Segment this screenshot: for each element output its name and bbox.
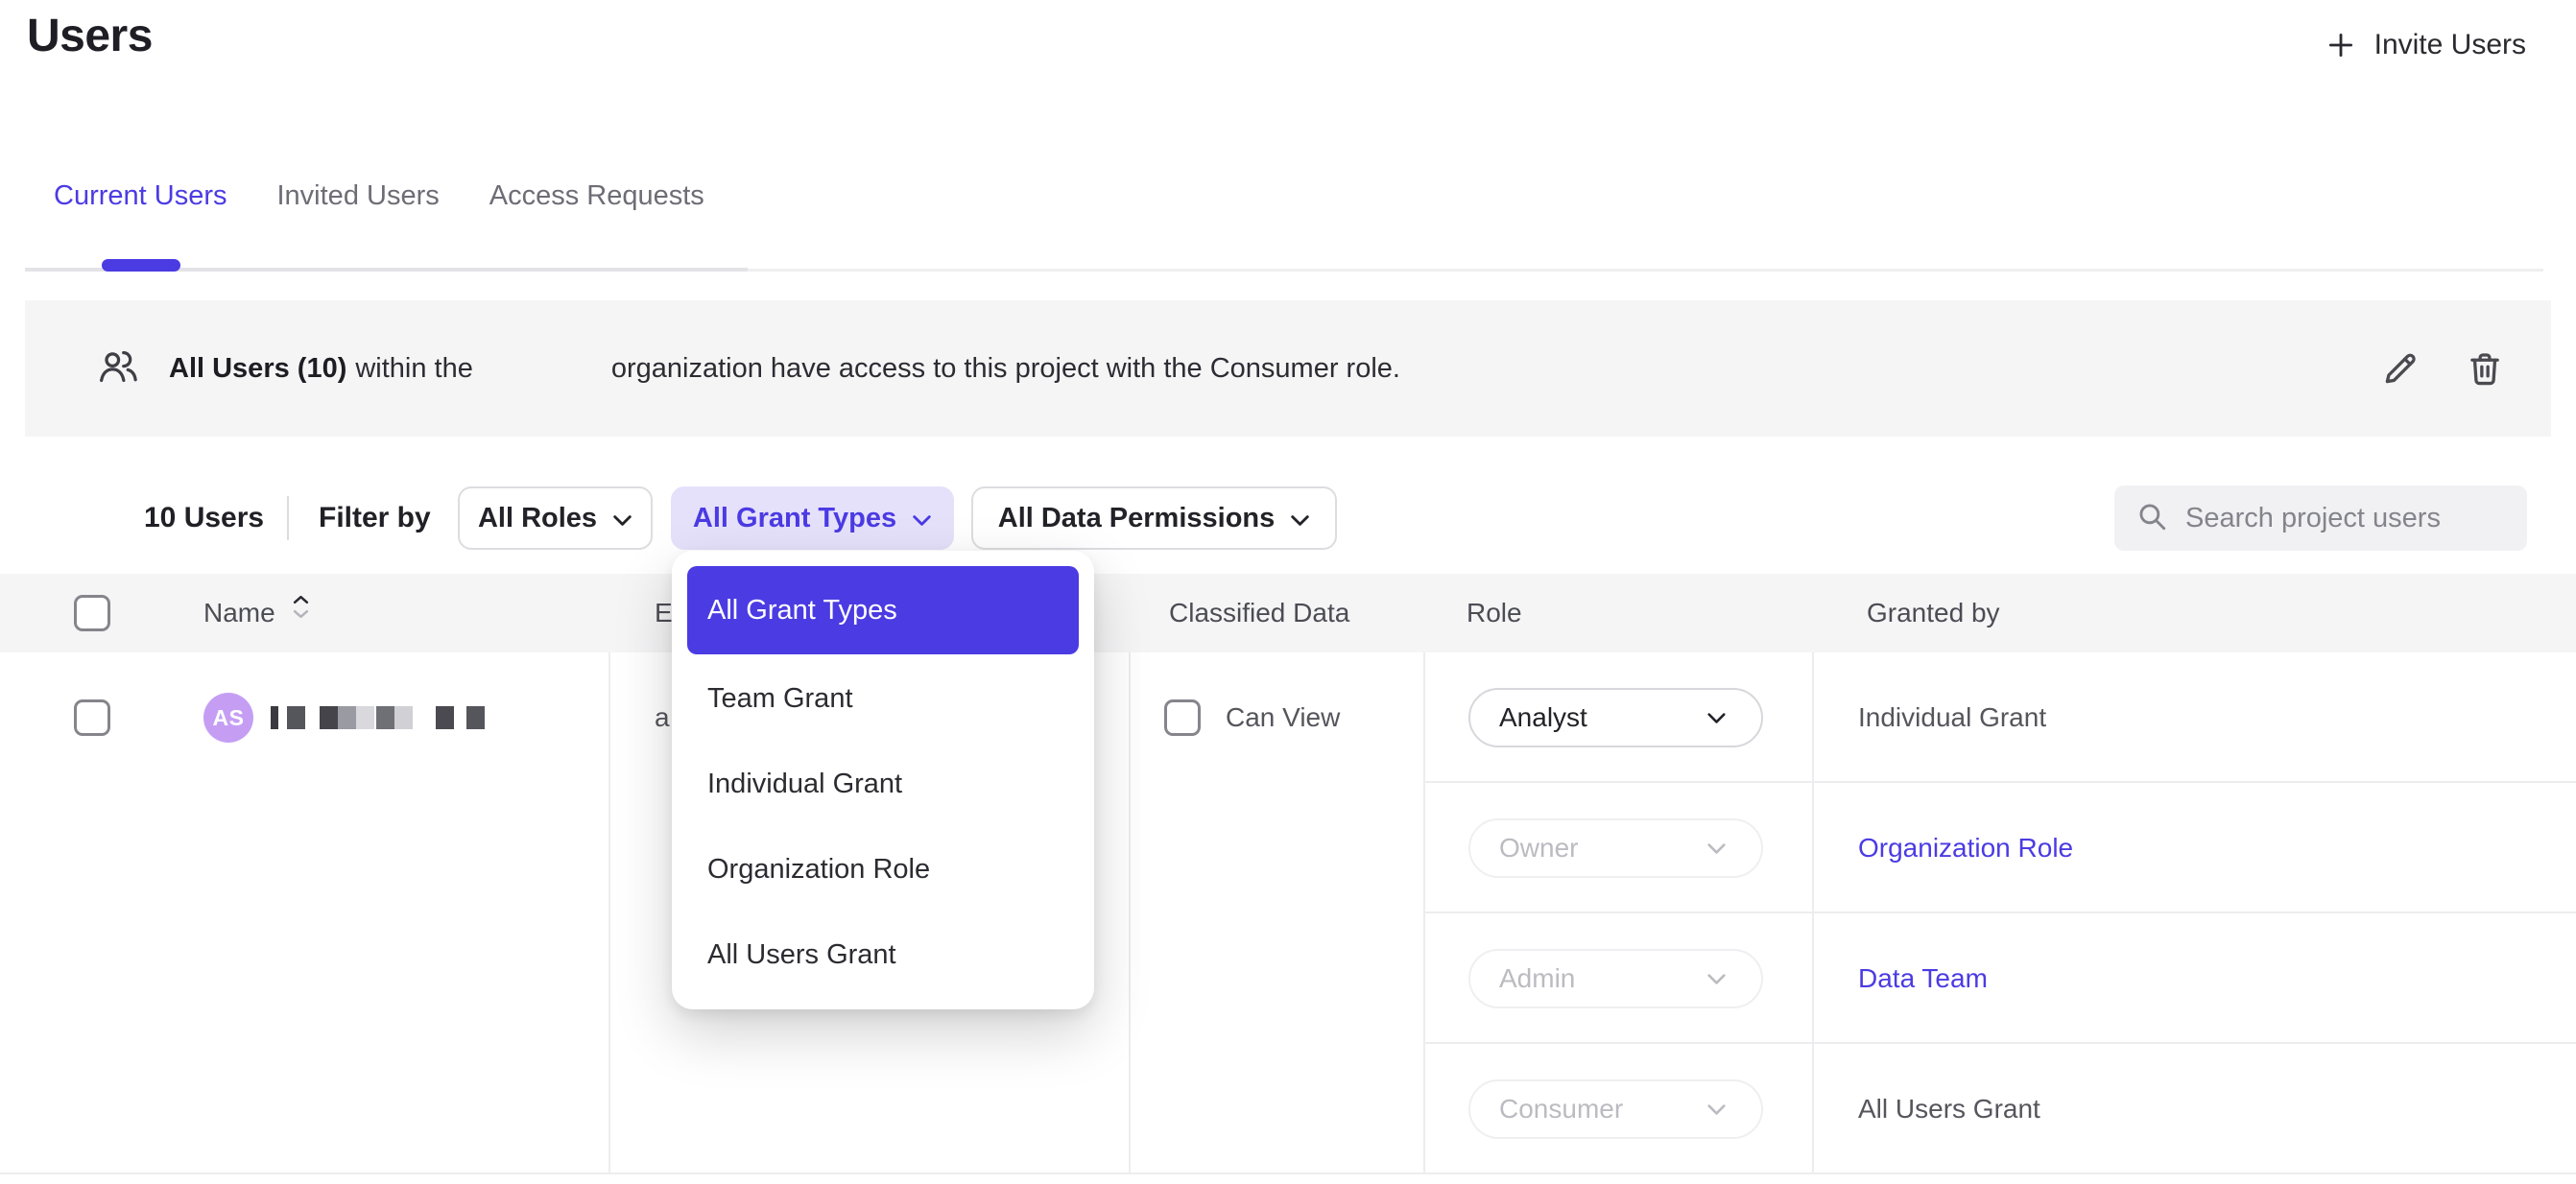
invite-users-button[interactable]: Invite Users [2325, 29, 2526, 61]
column-header-classified-data: Classified Data [1169, 574, 1349, 652]
granted-by-value: All Users Grant [1858, 1044, 2040, 1174]
role-dropdown-analyst[interactable]: Analyst [1468, 688, 1763, 747]
grant-row: Owner Organization Role [0, 783, 2576, 913]
select-all-checkbox[interactable] [74, 595, 110, 631]
tab-current-users[interactable]: Current Users [54, 180, 227, 212]
chevron-down-icon [612, 503, 632, 534]
column-header-email-visible[interactable]: E [655, 574, 673, 652]
banner-bold-text: All Users (10) [169, 353, 346, 385]
search-box [2114, 485, 2527, 551]
user-count: 10 Users [144, 470, 264, 566]
invite-users-label: Invite Users [2374, 29, 2526, 61]
chevron-down-icon [1706, 973, 1727, 985]
tab-bar: Current Users Invited Users Access Reque… [54, 180, 704, 212]
toolbar-divider [287, 496, 289, 540]
tab-invited-users[interactable]: Invited Users [277, 180, 440, 212]
grant-types-dropdown-menu: All Grant Types Team Grant Individual Gr… [672, 551, 1094, 1009]
edit-pencil-icon[interactable] [2380, 348, 2421, 389]
column-header-name[interactable]: Name [203, 574, 275, 652]
table-row: AS a Can View Analyst Individual Grant [0, 652, 2576, 1174]
all-data-permissions-filter[interactable]: All Data Permissions [971, 486, 1337, 550]
role-dropdown-consumer: Consumer [1468, 1079, 1763, 1139]
grant-row: Admin Data Team [0, 913, 2576, 1044]
column-header-granted-by: Granted by [1867, 574, 2000, 652]
role-dropdown-owner: Owner [1468, 818, 1763, 878]
all-roles-filter[interactable]: All Roles [458, 486, 653, 550]
page-title: Users [27, 10, 153, 62]
all-grant-types-filter[interactable]: All Grant Types [671, 486, 954, 550]
chevron-down-icon [1706, 1103, 1727, 1116]
all-users-banner: All Users (10) within the [25, 300, 2551, 437]
banner-after-text: organization have access to this project… [611, 353, 1400, 385]
banner-before-text: within the [355, 353, 473, 385]
search-input[interactable] [2185, 503, 2547, 534]
banner-text: All Users (10) within the [169, 353, 1400, 385]
menu-item-all-grant-types[interactable]: All Grant Types [687, 566, 1079, 654]
plus-icon [2325, 29, 2357, 61]
column-header-role: Role [1467, 574, 1522, 652]
chevron-down-icon [1706, 712, 1727, 724]
role-dropdown-admin: Admin [1468, 949, 1763, 1008]
search-icon [2135, 500, 2168, 537]
grant-row: Analyst Individual Grant [0, 652, 2576, 783]
sort-icon[interactable] [293, 595, 309, 619]
table-header: Name E Classified Data Role Granted by [0, 574, 2576, 652]
granted-by-value: Individual Grant [1858, 652, 2046, 783]
active-tab-indicator [102, 259, 180, 272]
chevron-down-icon [1290, 503, 1310, 534]
granted-by-link[interactable]: Data Team [1858, 913, 1988, 1044]
menu-item-all-users-grant[interactable]: All Users Grant [687, 912, 1079, 998]
redacted-org-name [483, 359, 602, 379]
filter-toolbar: 10 Users Filter by All Roles All Grant T… [0, 470, 2576, 566]
delete-trash-icon[interactable] [2465, 348, 2505, 389]
chevron-down-icon [912, 503, 932, 534]
tab-access-requests[interactable]: Access Requests [489, 180, 704, 212]
chevron-down-icon [1706, 842, 1727, 855]
menu-item-individual-grant[interactable]: Individual Grant [687, 742, 1079, 827]
grant-row: Consumer All Users Grant [0, 1044, 2576, 1174]
menu-item-organization-role[interactable]: Organization Role [687, 827, 1079, 912]
users-group-icon [96, 346, 140, 391]
granted-by-link[interactable]: Organization Role [1858, 783, 2073, 913]
filter-by-label: Filter by [319, 470, 431, 566]
users-page: Users Invite Users Current Users Invited… [0, 0, 2576, 1184]
menu-item-team-grant[interactable]: Team Grant [687, 656, 1079, 742]
